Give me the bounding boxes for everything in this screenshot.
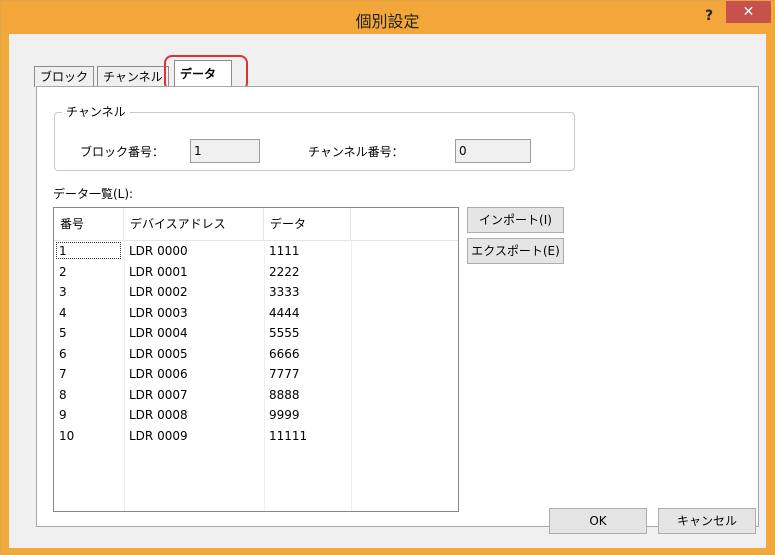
data-list-header: 番号 デバイスアドレス データ [54,208,458,241]
row-data-cell: 6666 [269,346,300,361]
title-bar[interactable]: 個別設定 ? ✕ [1,1,774,34]
row-data-cell: 4444 [269,305,300,320]
help-button[interactable]: ? [697,5,721,27]
row-number-cell: 5 [59,326,67,340]
table-row[interactable]: 1 LDR 0000 1111 [54,242,458,260]
row-number-cell: 4 [59,305,67,320]
row-device-address-cell: LDR 0009 [129,428,188,443]
column-header-data[interactable]: データ [264,208,351,240]
data-list[interactable]: 番号 デバイスアドレス データ 1 LDR 0000 1111 2 LDR 0001 22… [53,207,459,512]
channel-group-legend: チャンネル [62,103,130,120]
focus-rectangle [56,242,121,259]
table-row[interactable]: 2 LDR 0001 2222 [54,263,458,281]
table-row[interactable]: 10 LDR 0009 11111 [54,427,458,445]
column-header-number[interactable]: 番号 [54,208,124,240]
data-list-label: データ一覧(L): [53,187,134,201]
row-number-cell: 6 [59,346,67,361]
tab-channel[interactable]: チャンネル [97,66,169,87]
row-number-cell: 2 [59,264,67,279]
dialog-window: 個別設定 ? ✕ ブロック チャンネル データ チャンネル ブロック番号： 1 … [0,0,775,555]
table-row[interactable]: 7 LDR 0006 7777 [54,365,458,383]
row-number-cell: 3 [59,285,67,299]
table-row[interactable]: 9 LDR 0008 9999 [54,406,458,424]
row-device-address-cell: LDR 0003 [129,305,188,320]
row-data-cell: 2222 [269,264,300,279]
channel-number-label: チャンネル番号： [308,145,404,159]
export-button[interactable]: エクスポート(E) [467,238,564,264]
row-device-address-cell: LDR 0002 [129,285,188,299]
row-number-cell: 8 [59,387,67,402]
tab-panel-data: チャンネル ブロック番号： 1 チャンネル番号： 0 データ一覧(L): 番号 … [36,86,759,527]
row-device-address-cell: LDR 0005 [129,346,188,361]
row-data-cell: 5555 [269,326,300,340]
import-button[interactable]: インポート(I) [467,207,564,233]
column-header-device-address[interactable]: デバイスアドレス [124,208,264,240]
row-data-cell: 7777 [269,367,300,381]
row-number-cell: 9 [59,408,67,422]
block-number-field[interactable]: 1 [190,139,260,163]
row-data-cell: 1111 [269,244,300,258]
dialog-client-area: ブロック チャンネル データ チャンネル ブロック番号： 1 チャンネル番号： … [9,34,766,548]
row-number-cell: 7 [59,367,67,381]
table-row[interactable]: 4 LDR 0003 4444 [54,304,458,322]
row-data-cell: 11111 [269,428,308,443]
tab-block[interactable]: ブロック [34,66,95,87]
row-device-address-cell: LDR 0004 [129,326,188,340]
row-device-address-cell: LDR 0000 [129,244,188,258]
table-row[interactable]: 6 LDR 0005 6666 [54,345,458,363]
ok-button[interactable]: OK [549,508,647,534]
cancel-button[interactable]: キャンセル [658,508,756,534]
row-number-cell: 10 [59,428,75,443]
row-data-cell: 3333 [269,285,300,299]
row-device-address-cell: LDR 0007 [129,387,188,402]
close-button[interactable]: ✕ [726,1,771,23]
block-number-label: ブロック番号： [80,145,165,159]
window-title: 個別設定 [355,12,420,31]
row-device-address-cell: LDR 0006 [129,367,188,381]
table-row[interactable]: 5 LDR 0004 5555 [54,324,458,342]
row-device-address-cell: LDR 0008 [129,408,188,422]
row-data-cell: 8888 [269,387,300,402]
row-device-address-cell: LDR 0001 [129,264,188,279]
table-row[interactable]: 8 LDR 0007 8888 [54,386,458,404]
table-row[interactable]: 3 LDR 0002 3333 [54,283,458,301]
row-data-cell: 9999 [269,408,300,422]
channel-number-field[interactable]: 0 [455,139,531,163]
